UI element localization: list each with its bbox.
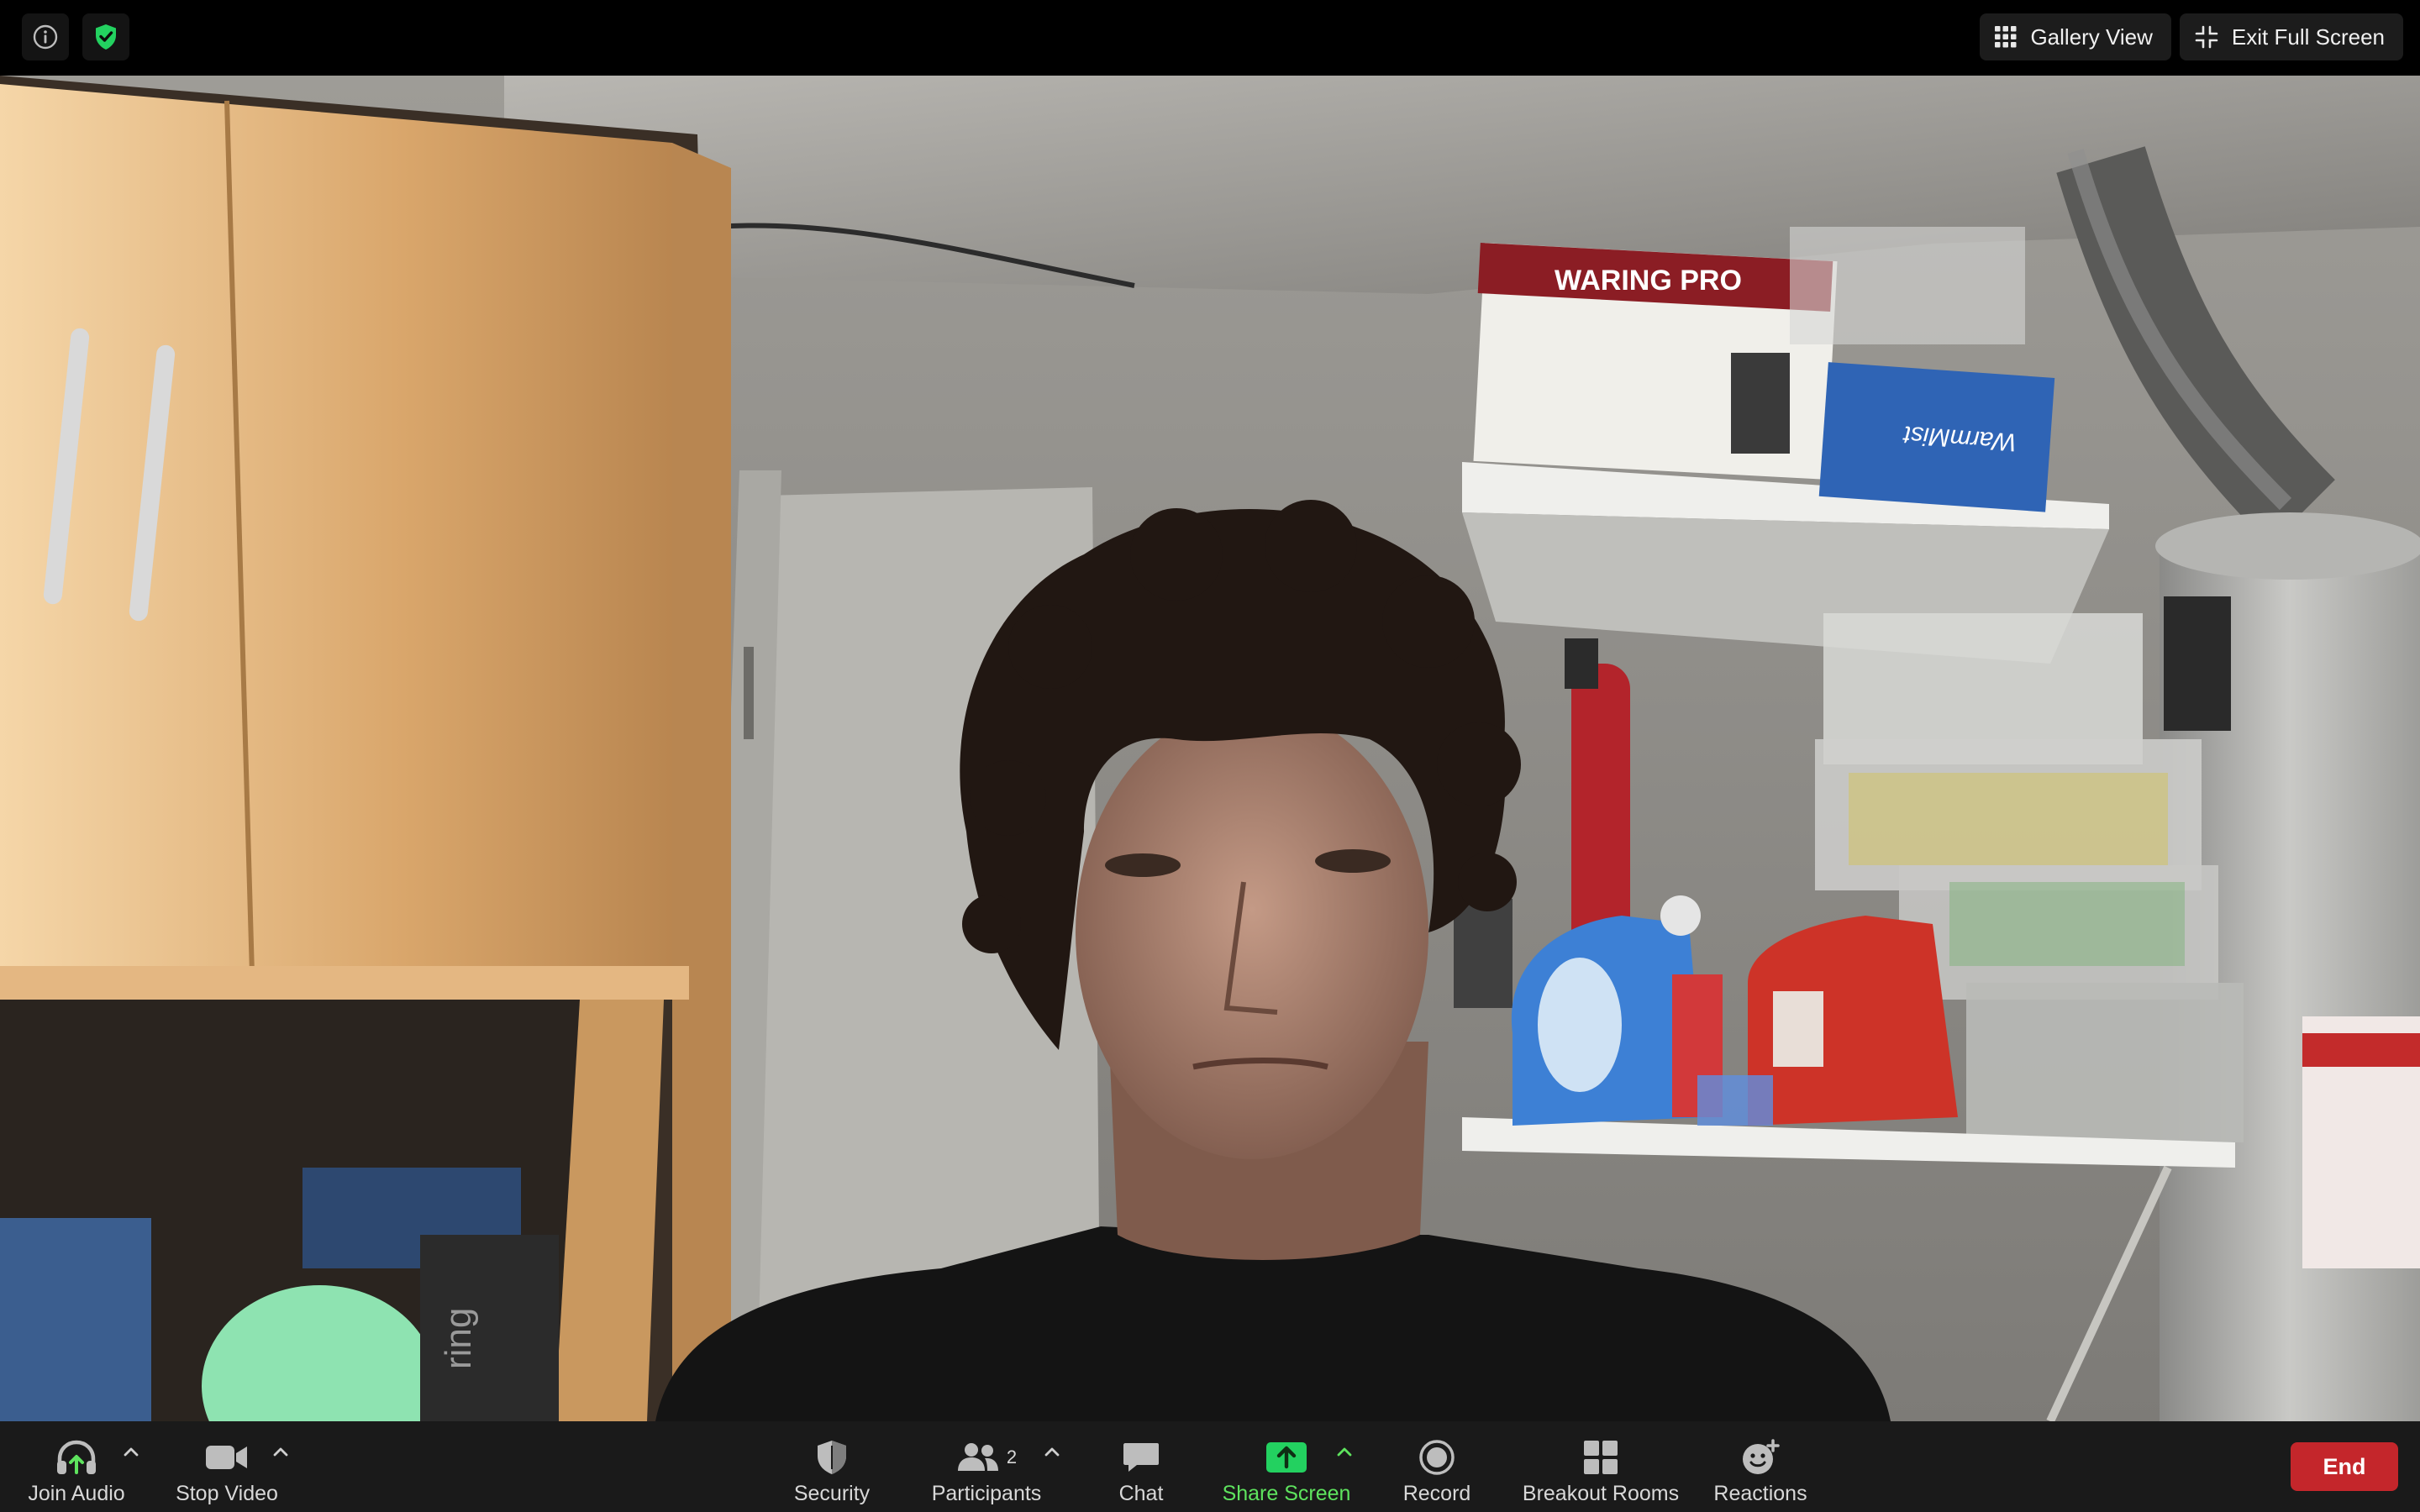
- info-icon: [33, 24, 58, 50]
- participants-label: Participants: [931, 1482, 1042, 1505]
- chat-button[interactable]: Chat: [1092, 1421, 1190, 1512]
- video-feed: ring WARING PRO WarmMist: [0, 76, 2420, 1421]
- participant-video-image: ring WARING PRO WarmMist: [0, 76, 2420, 1421]
- join-audio-label: Join Audio: [28, 1482, 125, 1505]
- tower-brand-text: ring: [438, 1308, 479, 1369]
- gallery-view-label: Gallery View: [2030, 24, 2153, 50]
- breakout-rooms-label: Breakout Rooms: [1522, 1482, 1680, 1505]
- record-button[interactable]: Record: [1386, 1421, 1487, 1512]
- smiley-add-icon: [1743, 1439, 1780, 1474]
- participants-count: 2: [1006, 1446, 1018, 1467]
- breakout-rooms-button[interactable]: Breakout Rooms: [1512, 1421, 1689, 1512]
- record-icon: [1419, 1440, 1455, 1475]
- participants-button[interactable]: 2 Participants: [924, 1421, 1049, 1512]
- shield-check-icon: [96, 24, 116, 50]
- stop-video-button[interactable]: Stop Video: [168, 1421, 286, 1512]
- chat-bubble-icon: [1123, 1443, 1159, 1472]
- end-meeting-button[interactable]: End: [2291, 1442, 2398, 1491]
- record-label: Record: [1402, 1482, 1471, 1505]
- box-brand-text: WARING PRO: [1555, 265, 1742, 297]
- share-screen-icon: [1266, 1442, 1307, 1473]
- chat-label: Chat: [1118, 1482, 1164, 1505]
- breakout-rooms-icon: [1584, 1441, 1618, 1474]
- security-button[interactable]: Security: [773, 1421, 891, 1512]
- chevron-up-icon: [1044, 1447, 1060, 1457]
- compress-icon: [2195, 25, 2218, 49]
- exit-full-screen-button[interactable]: Exit Full Screen: [2179, 13, 2403, 60]
- grid-icon: [1995, 26, 2017, 48]
- audio-options-caret[interactable]: [119, 1440, 143, 1463]
- chevron-up-icon: [124, 1447, 139, 1457]
- zoom-meeting-window: Gallery View Exit Full Screen ring WARIN…: [0, 0, 2420, 1512]
- video-camera-icon: [206, 1446, 247, 1469]
- share-screen-label: Share Screen: [1222, 1482, 1351, 1505]
- reactions-label: Reactions: [1713, 1482, 1807, 1505]
- participants-icon: [957, 1443, 998, 1471]
- stop-video-label: Stop Video: [176, 1482, 278, 1505]
- gallery-view-button[interactable]: Gallery View: [1980, 13, 2171, 60]
- share-screen-options-caret[interactable]: [1333, 1440, 1356, 1463]
- encryption-button[interactable]: [82, 13, 129, 60]
- headphones-icon: [57, 1440, 96, 1474]
- chevron-up-icon: [1337, 1447, 1352, 1457]
- reactions-button[interactable]: Reactions: [1706, 1421, 1815, 1512]
- top-left-controls: [22, 13, 129, 60]
- chevron-up-icon: [273, 1447, 288, 1457]
- top-bar: Gallery View Exit Full Screen: [0, 0, 2420, 76]
- exit-full-screen-label: Exit Full Screen: [2231, 24, 2385, 50]
- participants-options-caret[interactable]: [1040, 1440, 1064, 1463]
- security-label: Security: [793, 1482, 871, 1505]
- share-screen-button[interactable]: Share Screen: [1217, 1421, 1356, 1512]
- meeting-toolbar: Join Audio Stop Video Security 2 Partici…: [0, 1421, 2420, 1512]
- shield-icon: [818, 1441, 846, 1474]
- join-audio-button[interactable]: Join Audio: [20, 1421, 133, 1512]
- meeting-info-button[interactable]: [22, 13, 69, 60]
- top-right-controls: Gallery View Exit Full Screen: [1980, 13, 2403, 60]
- video-options-caret[interactable]: [269, 1440, 292, 1463]
